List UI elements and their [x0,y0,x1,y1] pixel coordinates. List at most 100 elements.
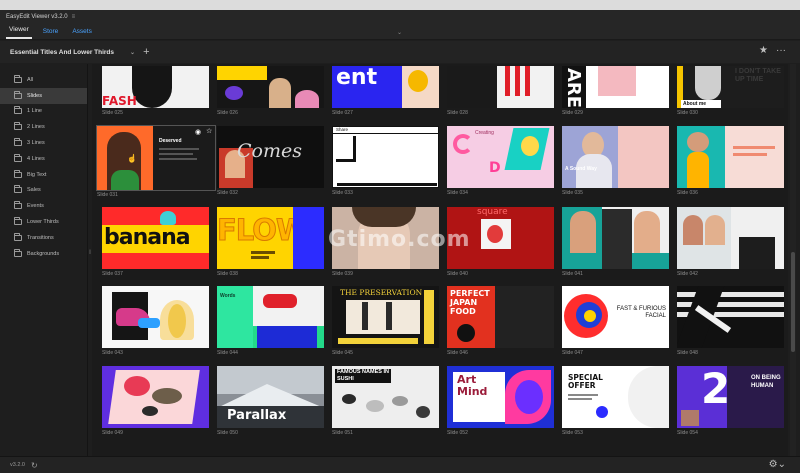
slide-label: Slide 042 [677,270,698,277]
sidebar-item-events[interactable]: Events [0,198,87,214]
slide-tile[interactable]: Parallax Slide 050 [217,366,324,437]
collection-dropdown[interactable]: Essential Titles And Lower Thirds ⌄ [10,49,135,56]
slide-thumbnail: PERFECT JAPAN FOOD [447,286,554,348]
sidebar-item-label: Big Text [27,171,47,178]
refresh-icon[interactable]: ↻ [31,461,38,470]
more-options-icon[interactable]: ··· [776,45,786,56]
slide-label: Slide 032 [217,189,238,196]
sidebar-item-all[interactable]: All [0,72,87,88]
sidebar-item-label: Events [27,203,44,210]
preview-eye-icon[interactable]: ◉ [195,128,201,136]
tab-viewer[interactable]: Viewer [6,26,32,39]
sidebar-item-big-text[interactable]: Big Text [0,167,87,183]
slide-thumbnail: ent [332,66,439,108]
slide-tile[interactable]: Art Mind Slide 052 [447,366,554,437]
sidebar-item-lower-thirds[interactable]: Lower Thirds [0,214,87,230]
slide-tile[interactable]: Slide 048 [677,286,784,357]
scrollbar-thumb[interactable] [791,252,795,352]
folder-icon [14,138,22,147]
collection-dropdown-label: Essential Titles And Lower Thirds [10,48,115,56]
slide-tile[interactable]: Slide 043 [102,286,209,357]
slide-thumbnail: FAST & FURIOUS FACIAL [562,286,669,348]
slide-tile[interactable]: Slide 028 [447,66,554,117]
slide-label: Slide 034 [447,189,468,196]
slide-tile[interactable]: ARE Slide 029 [562,66,669,117]
slide-tile[interactable]: Slide 049 [102,366,209,437]
slide-tile[interactable]: FAMOUS NAMES IN SUSHI Slide 051 [332,366,439,437]
slide-tile[interactable]: Creating D Slide 034 [447,126,554,197]
slide-label: Slide 051 [332,429,353,436]
slide-tile[interactable]: Slide 042 [677,207,784,278]
slide-tile[interactable]: ent Slide 027 [332,66,439,117]
slide-thumbnail: Words [217,286,324,348]
slide-thumbnail: ARE [562,66,669,108]
slide-text: Art Mind [457,373,488,398]
slide-label: Slide 039 [332,270,353,277]
slide-tile[interactable]: Slide 036 [677,126,784,197]
slide-text: FAMOUS NAMES IN SUSHI [335,369,391,383]
slide-label: Slide 044 [217,349,238,356]
slide-text-secondary: I DON'T TAKE UP TIME [735,68,781,83]
sidebar-item-label: Lower Thirds [27,219,59,226]
sidebar-item-label: Backgrounds [27,250,60,257]
window-title: EasyEdit Viewer v3.2.0 [6,14,68,20]
sidebar-item-3-lines[interactable]: 3 Lines [0,135,87,151]
slide-label: Slide 028 [447,109,468,116]
slide-tile[interactable]: Slide 041 [562,207,669,278]
slide-text-secondary: 2 [701,366,731,413]
slide-text: Share [336,127,349,132]
add-collection-button[interactable]: + [143,46,149,58]
slide-tile[interactable]: FLOW Slide 038 [217,207,324,278]
sidebar-item-transitions[interactable]: Transitions [0,230,87,246]
gear-icon[interactable]: ⚙⌄ [769,459,786,470]
slide-text: PERFECT JAPAN FOOD [450,289,490,316]
slide-tile[interactable]: Comes Slide 032 [217,126,324,197]
slide-grid: FASH Slide 025 Slide 026 ent Slide 027 S… [92,64,788,456]
slide-text: ARE [563,68,584,108]
slide-tile[interactable]: PERFECT JAPAN FOOD Slide 046 [447,286,554,357]
slide-label: Slide 049 [102,429,123,436]
slide-tile[interactable]: banana Slide 037 [102,207,209,278]
slide-tile[interactable]: A Sound Way Slide 035 [562,126,669,197]
sidebar-item-1-line[interactable]: 1 Line [0,104,87,120]
sidebar-item-label: 2 Lines [27,124,45,131]
slide-tile[interactable]: 2 ON BEING HUMAN Slide 054 [677,366,784,437]
collapse-chevron-icon[interactable]: ⌄ [397,29,402,36]
slide-tile[interactable]: Slide 026 [217,66,324,117]
tab-store[interactable]: Store [40,28,62,39]
slide-text-secondary: D [489,160,501,176]
hamburger-menu-icon[interactable]: ≡ [72,14,76,20]
slide-thumbnail [102,286,209,348]
slide-tile[interactable]: FAST & FURIOUS FACIAL Slide 047 [562,286,669,357]
slide-tile[interactable]: Words Slide 044 [217,286,324,357]
tab-assets[interactable]: Assets [69,28,95,39]
slide-thumbnail [677,207,784,269]
slide-text: ent [336,66,378,90]
slide-label: Slide 047 [562,349,583,356]
sidebar-item-2-lines[interactable]: 2 Lines [0,119,87,135]
favorite-star-icon[interactable]: ★ [759,45,768,56]
slide-text: About me [683,101,707,107]
slide-tile[interactable]: Share Slide 033 [332,126,439,197]
sidebar-item-backgrounds[interactable]: Backgrounds [0,246,87,262]
favorite-star-icon[interactable]: ☆ [206,127,212,135]
slide-thumbnail: 2 ON BEING HUMAN [677,366,784,428]
slide-tile[interactable]: About me I DON'T TAKE UP TIME Slide 030 [677,66,784,117]
slide-label: Slide 031 [97,191,118,198]
slide-thumbnail: Deserved ◉ ☆ ☝ [96,125,216,191]
slide-tile[interactable]: THE PRESERVATION Slide 045 [332,286,439,357]
slide-tile[interactable]: SPECIAL OFFER Slide 053 [562,366,669,437]
slide-thumbnail: About me I DON'T TAKE UP TIME [677,66,784,108]
slide-tile[interactable]: FASH Slide 025 [102,66,209,117]
slide-thumbnail [562,207,669,269]
grid-scrollbar[interactable] [790,64,796,456]
slide-label: Slide 025 [102,109,123,116]
sidebar-item-sales[interactable]: Sales [0,183,87,199]
slide-label: Slide 048 [677,349,698,356]
sidebar-item-4-lines[interactable]: 4 Lines [0,151,87,167]
slide-thumbnail: A Sound Way [562,126,669,188]
sidebar-item-slides[interactable]: Slides [0,87,87,104]
slide-label: Slide 041 [562,270,583,277]
slide-tile[interactable]: Deserved ◉ ☆ ☝ Slide 031 [96,125,216,199]
app-titlebar: EasyEdit Viewer v3.2.0 ≡ [0,10,800,24]
